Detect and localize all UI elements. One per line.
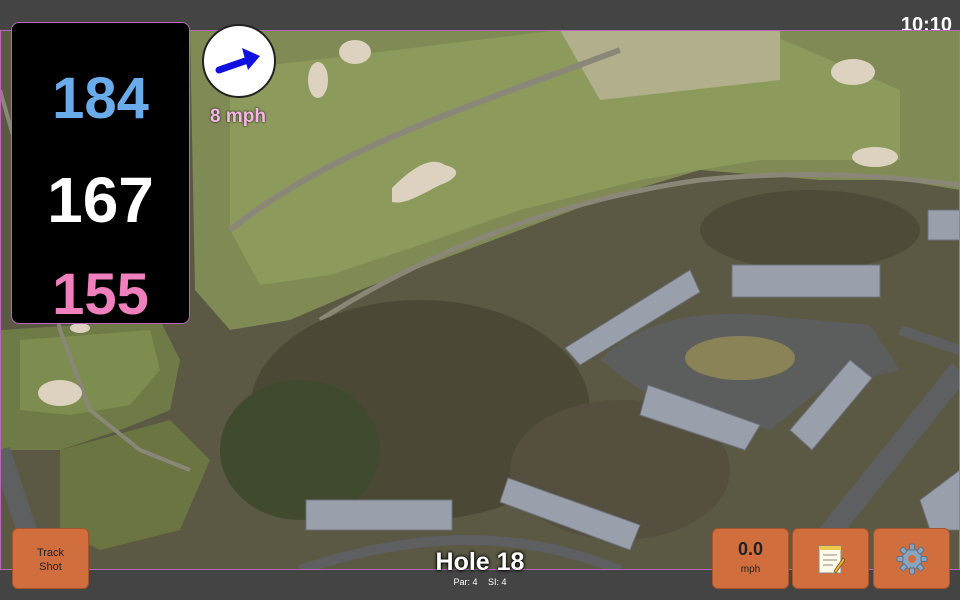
distance-panel: 184 167 155 — [11, 22, 190, 327]
wind-speed: 8 mph — [210, 106, 266, 127]
hole-par: Par: 4 — [453, 577, 478, 587]
hole-title: Hole 18 — [435, 548, 525, 576]
speed-value: 0.0 — [737, 539, 764, 559]
speed-button[interactable]: 0.0 mph — [712, 528, 789, 589]
scorecard-notes-button[interactable] — [792, 528, 869, 589]
wind-arrow-icon — [215, 48, 260, 74]
track-shot-label-line1: Track — [36, 547, 65, 559]
track-shot-button[interactable]: Track Shot — [12, 528, 89, 589]
speed-unit: mph — [740, 564, 761, 575]
wind-indicator — [202, 24, 276, 98]
settings-button[interactable] — [873, 528, 950, 589]
front-distance: 155 — [52, 262, 149, 327]
hole-stroke-index: SI: 4 — [488, 577, 507, 587]
hole-info: Par: 4 SI: 4 — [400, 577, 560, 587]
middle-distance: 167 — [47, 164, 154, 236]
back-distance: 184 — [52, 66, 149, 131]
track-shot-label-line2: Shot — [39, 561, 62, 573]
gear-icon — [896, 543, 927, 574]
notepad-icon — [818, 545, 846, 574]
